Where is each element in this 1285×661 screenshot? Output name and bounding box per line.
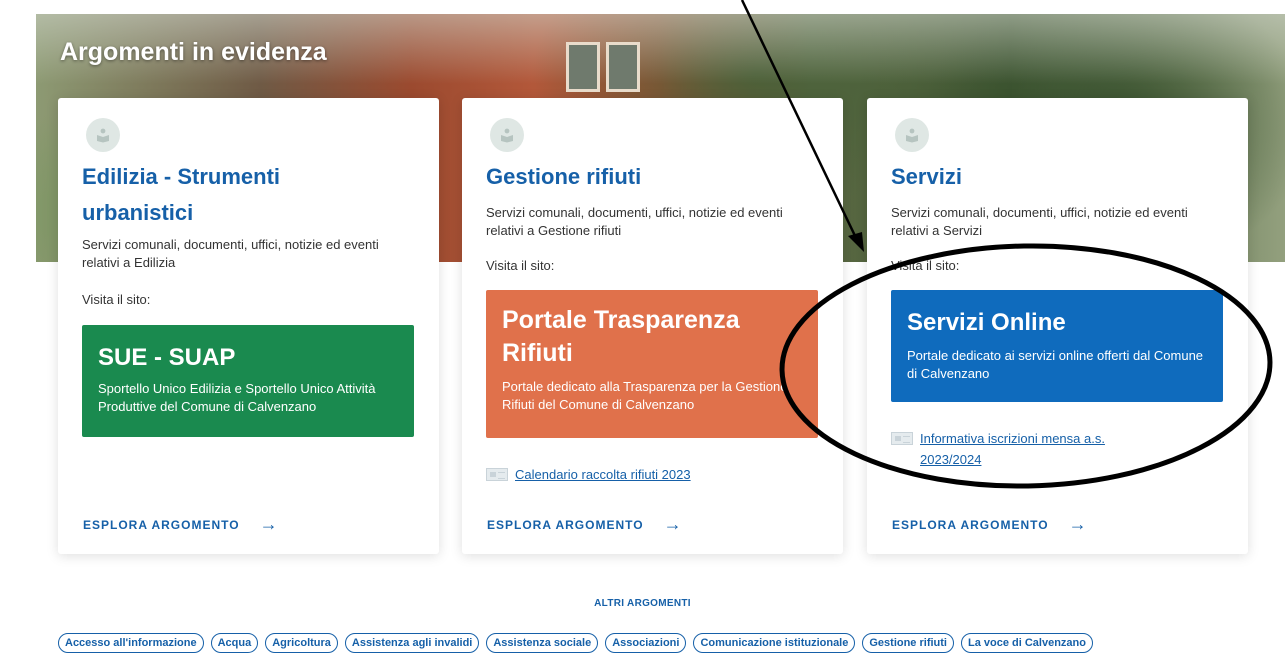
arrow-right-icon: → xyxy=(1068,514,1088,534)
explore-topic-link[interactable]: ESPLORA ARGOMENTO → xyxy=(83,514,279,535)
topic-tag[interactable]: Comunicazione istituzionale xyxy=(693,633,856,653)
topic-tag[interactable]: Gestione rifiuti xyxy=(862,633,954,653)
topic-tag[interactable]: Assistenza sociale xyxy=(486,633,599,653)
topic-tag[interactable]: Accesso all'informazione xyxy=(58,633,204,653)
arrow-right-icon: → xyxy=(663,514,683,534)
explore-topic-link[interactable]: ESPLORA ARGOMENTO → xyxy=(487,514,683,535)
banner-title: Servizi Online xyxy=(907,309,1066,336)
card-title[interactable]: Gestione rifiuti xyxy=(486,160,641,194)
banner-title-line: Portale Trasparenza xyxy=(502,306,740,334)
topic-card-edilizia: Edilizia - Strumenti urbanistici Servizi… xyxy=(58,98,439,554)
calendario-link[interactable]: Calendario raccolta rifiuti 2023 xyxy=(486,464,691,485)
card-description: Servizi comunali, documenti, uffici, not… xyxy=(891,205,1188,238)
informativa-mensa-link[interactable]: Informativa iscrizioni mensa a.s. 2023/2… xyxy=(891,428,1191,470)
newspaper-icon xyxy=(891,432,913,445)
building-window xyxy=(606,42,640,92)
building-window xyxy=(566,42,600,92)
topic-tag[interactable]: Assistenza agli invalidi xyxy=(344,633,480,653)
topic-card-gestione-rifiuti: Gestione rifiuti Servizi comunali, docum… xyxy=(462,98,843,554)
sue-suap-banner[interactable]: SUE - SUAP Sportello Unico Edilizia e Sp… xyxy=(82,325,414,437)
newspaper-icon xyxy=(486,468,508,481)
other-topics-heading: ALTRI ARGOMENTI xyxy=(594,598,691,609)
doc-link-line: 2023/2024 xyxy=(920,452,982,467)
card-title-line[interactable]: Edilizia - Strumenti xyxy=(82,160,280,194)
other-topics-tags: Accesso all'informazione Acqua Agricoltura… xyxy=(58,633,1093,653)
book-reader-icon xyxy=(895,118,929,152)
section-title: Argomenti in evidenza xyxy=(60,38,327,66)
topic-card-servizi: Servizi Servizi comunali, documenti, uff… xyxy=(867,98,1248,554)
explore-label: ESPLORA ARGOMENTO xyxy=(83,517,240,532)
banner-title: SUE - SUAP xyxy=(98,344,236,371)
card-description: Servizi comunali, documenti, uffici, not… xyxy=(82,237,379,270)
banner-text: Portale dedicato alla Trasparenza per la… xyxy=(502,379,788,412)
doc-link-line: Informativa iscrizioni mensa a.s. xyxy=(920,431,1105,446)
explore-label: ESPLORA ARGOMENTO xyxy=(487,517,644,532)
banner-title-line: Rifiuti xyxy=(502,339,573,367)
topic-tag[interactable]: Acqua xyxy=(210,633,259,653)
topic-tag[interactable]: La voce di Calvenzano xyxy=(960,633,1093,653)
doc-link-text: Informativa iscrizioni mensa a.s. 2023/2… xyxy=(920,428,1105,470)
visit-label: Visita il sito: xyxy=(891,258,960,273)
doc-link-text: Calendario raccolta rifiuti 2023 xyxy=(515,467,691,482)
banner-text: Sportello Unico Edilizia e Sportello Uni… xyxy=(98,381,376,414)
card-title-line[interactable]: urbanistici xyxy=(82,196,193,230)
book-reader-icon xyxy=(490,118,524,152)
topic-tag[interactable]: Agricoltura xyxy=(265,633,338,653)
book-reader-icon xyxy=(86,118,120,152)
arrow-right-icon: → xyxy=(259,514,279,534)
card-title[interactable]: Servizi xyxy=(891,160,962,194)
servizi-online-banner[interactable]: Servizi Online Portale dedicato ai servi… xyxy=(891,290,1223,402)
explore-topic-link[interactable]: ESPLORA ARGOMENTO → xyxy=(892,514,1088,535)
banner-text: Portale dedicato ai servizi online offer… xyxy=(907,348,1204,381)
explore-label: ESPLORA ARGOMENTO xyxy=(892,517,1049,532)
portale-trasparenza-banner[interactable]: Portale Trasparenza Rifiuti Portale dedi… xyxy=(486,290,818,438)
topic-tag[interactable]: Associazioni xyxy=(605,633,687,653)
card-description: Servizi comunali, documenti, uffici, not… xyxy=(486,205,783,238)
visit-label: Visita il sito: xyxy=(486,258,555,273)
visit-label: Visita il sito: xyxy=(82,292,151,307)
